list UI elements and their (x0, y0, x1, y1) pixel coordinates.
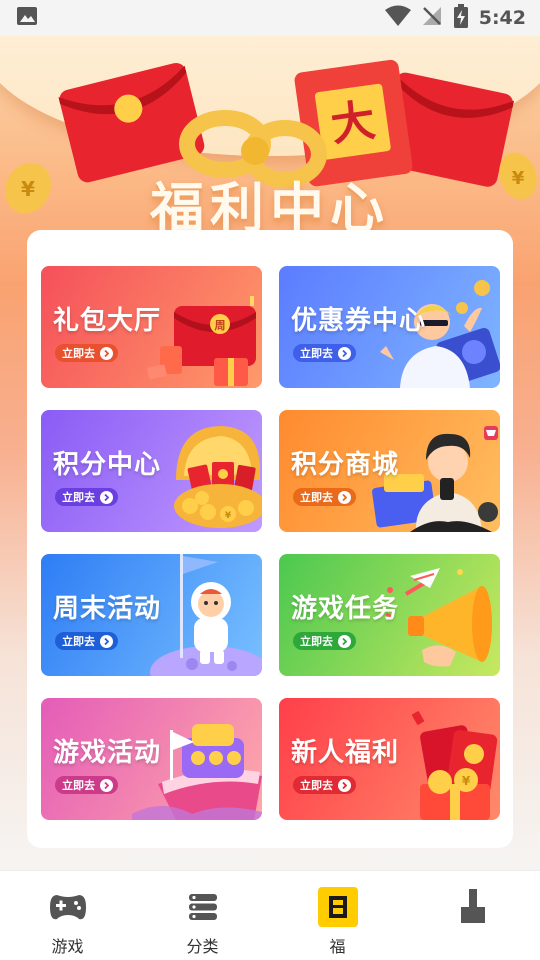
list-icon (183, 887, 223, 927)
svg-text:¥: ¥ (225, 511, 232, 521)
envelope-glyph: 大 (328, 95, 379, 152)
image-icon (16, 5, 38, 31)
card-title: 积分商城 (291, 450, 400, 480)
nav-label: 福 (329, 937, 346, 956)
arrow-right-icon (100, 490, 113, 504)
status-time: 5:42 (478, 7, 526, 29)
go-button[interactable]: 立即去 (293, 632, 356, 650)
nav-item-games[interactable]: 游戏 (0, 871, 135, 960)
no-signal-icon (421, 5, 443, 31)
wifi-icon (384, 5, 411, 31)
card-title: 游戏任务 (291, 594, 400, 624)
card-title: 新人福利 (291, 738, 400, 768)
go-button-label: 立即去 (300, 491, 333, 504)
arrow-right-icon (338, 634, 351, 648)
card-game-events[interactable]: 游戏活动 立即去 (41, 698, 262, 820)
card-coupon-center[interactable]: 优惠券中心 立即去 (279, 266, 500, 388)
card-title: 优惠券中心 (291, 306, 427, 336)
bottom-nav: 游戏 分类 福 (0, 870, 540, 960)
go-button[interactable]: 立即去 (293, 776, 356, 794)
card-title: 礼包大厅 (53, 306, 162, 336)
go-button-label: 立即去 (62, 491, 95, 504)
svg-text:周: 周 (215, 319, 226, 332)
card-points-mall[interactable]: 积分商城 立即去 (279, 410, 500, 532)
go-button[interactable]: 立即去 (55, 632, 118, 650)
go-button[interactable]: 立即去 (55, 488, 118, 506)
nav-label: 分类 (186, 937, 219, 956)
profile-icon (453, 887, 493, 927)
arrow-right-icon (338, 778, 351, 792)
card-title: 周末活动 (53, 594, 162, 624)
nav-item-categories[interactable]: 分类 (135, 871, 270, 960)
arrow-right-icon (100, 346, 113, 360)
card-newcomer-benefits[interactable]: ¥ 新人福利 立即去 (279, 698, 500, 820)
welfare-panel: 周 礼包大厅 立即去 优惠券中心 立即去 ¥ 积分中心 立即去 积分商城 立即去… (27, 230, 513, 848)
card-gift-hall[interactable]: 周 礼包大厅 立即去 (41, 266, 262, 388)
card-title: 积分中心 (53, 450, 162, 480)
card-points-center[interactable]: ¥ 积分中心 立即去 (41, 410, 262, 532)
arrow-right-icon (338, 490, 351, 504)
status-bar: 5:42 (0, 0, 540, 36)
card-title: 游戏活动 (53, 738, 162, 768)
arrow-right-icon (100, 778, 113, 792)
arrow-right-icon (100, 634, 113, 648)
go-button-label: 立即去 (62, 347, 95, 360)
nav-item-welfare[interactable]: 福 (270, 871, 405, 960)
gift-box-icon (317, 887, 358, 927)
go-button[interactable]: 立即去 (55, 344, 118, 362)
nav-item-profile[interactable] (405, 871, 540, 960)
card-weekend-events[interactable]: 周末活动 立即去 (41, 554, 262, 676)
card-game-tasks[interactable]: 游戏任务 立即去 (279, 554, 500, 676)
battery-charging-icon (453, 4, 469, 32)
go-button[interactable]: 立即去 (293, 344, 356, 362)
go-button[interactable]: 立即去 (293, 488, 356, 506)
nav-label: 游戏 (51, 937, 84, 956)
go-button[interactable]: 立即去 (55, 776, 118, 794)
svg-text:¥: ¥ (462, 774, 471, 788)
gamepad-icon (48, 887, 88, 927)
go-button-label: 立即去 (300, 635, 333, 648)
go-button-label: 立即去 (62, 779, 95, 792)
go-button-label: 立即去 (62, 635, 95, 648)
go-button-label: 立即去 (300, 347, 333, 360)
go-button-label: 立即去 (300, 779, 333, 792)
arrow-right-icon (338, 346, 351, 360)
